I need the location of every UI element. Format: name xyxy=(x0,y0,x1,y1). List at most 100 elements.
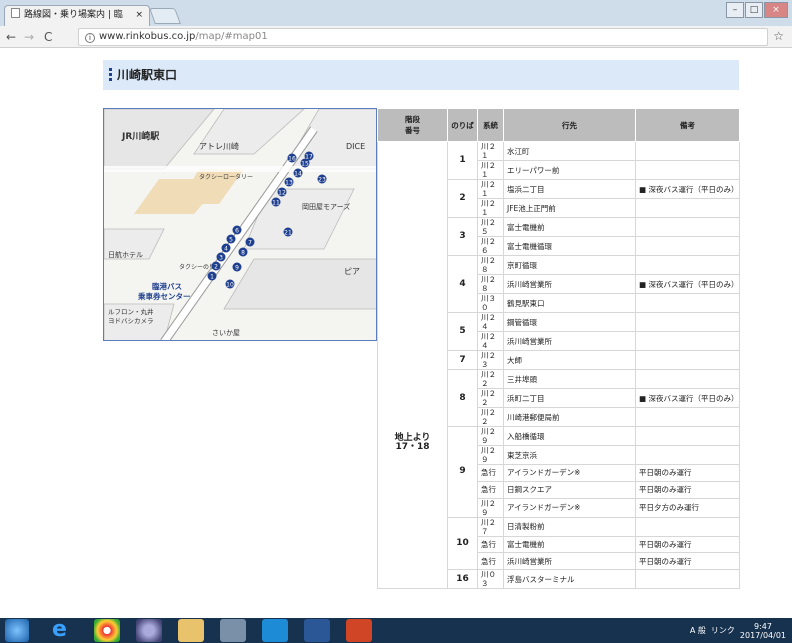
route-cell: 川２２ xyxy=(477,369,504,389)
bus-stop-number: 7 xyxy=(248,240,252,247)
bus-stop-number: 4 xyxy=(224,246,228,253)
table-row: 地上より 17・18 1 川２１ 水江町 xyxy=(377,140,740,590)
table-body: 地上より 17・18 1 川２１ 水江町 川２１ エリーパワー前 2 川２１ 塩浜二丁目 ■ 深夜バ… xyxy=(377,140,740,590)
start-button[interactable] xyxy=(5,619,29,642)
url-host: www.rinkobus.co.jp xyxy=(99,31,196,42)
bus-stop-number: 11 xyxy=(272,200,280,207)
chrome-icon[interactable] xyxy=(94,619,120,642)
table-header-cell: 備考 xyxy=(635,108,740,142)
note-cell: 平日夕方のみ運行 xyxy=(635,497,740,518)
clock[interactable]: 9:47 2017/04/01 xyxy=(740,622,786,640)
platform-cell: 16 xyxy=(447,569,478,590)
note-cell xyxy=(635,331,740,351)
route-cell: 川２８ xyxy=(477,274,504,294)
clock-date: 2017/04/01 xyxy=(739,630,786,640)
note-cell: ■ 深夜バス運行（平日のみ） xyxy=(635,388,740,408)
link-toolbar[interactable]: リンク xyxy=(711,625,735,636)
route-cell: 川２１ xyxy=(477,160,504,180)
destination-cell: アイランドガーデン※ xyxy=(503,464,636,482)
bus-stop-number: 3 xyxy=(219,255,223,262)
close-window-button[interactable]: × xyxy=(764,2,788,18)
destination-cell: エリーパワー前 xyxy=(503,160,636,180)
bus-stop-number: 16 xyxy=(288,156,296,163)
map-svg: JR川崎駅 アトレ川崎 DICE タクシーロータリー 岡田屋モアーズ 日航ホテル… xyxy=(104,109,376,340)
bus-stop-number: 15 xyxy=(301,161,309,168)
bookmark-star-icon[interactable]: ☆ xyxy=(773,29,784,43)
destination-cell: 東芝京浜 xyxy=(503,445,636,465)
browser-tab[interactable]: 路線図・乗り場案内 | 臨 × xyxy=(4,5,150,26)
destination-cell: アイランドガーデン※ xyxy=(503,497,636,518)
destination-cell: 富士電機前 xyxy=(503,535,636,554)
app-icon[interactable] xyxy=(136,619,162,642)
destination-cell: 水江町 xyxy=(503,141,636,161)
stairs-cell: 地上より 17・18 xyxy=(377,140,448,590)
word-icon[interactable] xyxy=(304,619,330,642)
platform-cell: 9 xyxy=(447,426,478,518)
map-label-nikko: 日航ホテル xyxy=(108,250,143,259)
destination-cell: 塩浜二丁目 xyxy=(503,179,636,199)
table-header-cell: 階段 番号 xyxy=(377,108,448,142)
bus-stop-table: 階段 番号 のりば 系統 行先 備考 地上より 17・18 1 川２１ 水江町 川２１ エリーパワー前… xyxy=(377,108,740,590)
table-header-cell: 系統 xyxy=(477,108,504,142)
page-icon xyxy=(11,8,20,18)
destination-cell: 入船橋循環 xyxy=(503,426,636,446)
destination-cell: 富士電機前 xyxy=(503,217,636,237)
map-label-pia: ピア xyxy=(344,267,360,276)
map-label-jr: JR川崎駅 xyxy=(121,130,160,142)
maximize-button[interactable]: □ xyxy=(745,2,763,18)
route-cell: 川０３ xyxy=(477,569,504,590)
destination-cell: 浜川崎営業所 xyxy=(503,274,636,294)
note-cell: ■ 深夜バス運行（平日のみ） xyxy=(635,179,740,199)
powerpoint-icon[interactable] xyxy=(346,619,372,642)
route-cell: 川２４ xyxy=(477,312,504,332)
table-header-cell: 行先 xyxy=(503,108,636,142)
note-cell: ■ 深夜バス運行（平日のみ） xyxy=(635,274,740,294)
media-icon[interactable] xyxy=(262,619,288,642)
platform-cell: 10 xyxy=(447,516,478,571)
destination-cell: 鶴見駅東口 xyxy=(503,293,636,313)
page-title: 川崎駅東口 xyxy=(117,68,178,82)
back-button[interactable]: ← xyxy=(6,29,16,45)
route-cell: 川２９ xyxy=(477,426,504,446)
map-label-rotary: タクシーロータリー xyxy=(199,173,253,181)
platform-cell: 5 xyxy=(447,312,478,351)
folder-icon[interactable] xyxy=(178,619,204,642)
ie-icon[interactable]: e xyxy=(52,619,78,642)
destination-cell: 鋼管循環 xyxy=(503,312,636,332)
taskbar: e A 般 リンク 9:47 2017/04/01 xyxy=(0,618,792,643)
system-tray: A 般 リンク 9:47 2017/04/01 xyxy=(690,618,786,643)
note-cell: 平日朝のみ運行 xyxy=(635,552,740,571)
tab-close-icon[interactable]: × xyxy=(135,6,143,25)
info-icon[interactable]: i xyxy=(85,33,95,43)
note-cell: 平日朝のみ運行 xyxy=(635,464,740,482)
map-label-saikaya: さいか屋 xyxy=(212,329,240,337)
svg-text:乗車券センター: 乗車券センター xyxy=(138,291,191,301)
note-cell xyxy=(635,160,740,180)
reload-button[interactable]: C xyxy=(44,29,52,45)
platform-cell: 7 xyxy=(447,350,478,370)
bus-stop-number: 9 xyxy=(235,265,239,272)
bus-stop-number: 21 xyxy=(284,230,292,237)
minimize-button[interactable]: – xyxy=(726,2,744,18)
platform-cell: 8 xyxy=(447,369,478,427)
destination-cell: JFE池上正門前 xyxy=(503,198,636,218)
destination-cell: 富士電機循環 xyxy=(503,236,636,256)
route-cell: 川２１ xyxy=(477,179,504,199)
note-cell xyxy=(635,141,740,161)
url-field[interactable]: i www.rinkobus.co.jp/map/#map01 xyxy=(78,28,768,46)
forward-button[interactable]: → xyxy=(24,29,34,45)
note-cell xyxy=(635,293,740,313)
note-cell xyxy=(635,350,740,370)
bus-stop-number: 5 xyxy=(229,237,233,244)
ime-indicator[interactable]: A 般 xyxy=(690,625,706,636)
route-cell: 急行 xyxy=(477,535,504,554)
explorer-icon[interactable] xyxy=(220,619,246,642)
note-cell xyxy=(635,445,740,465)
platform-cell: 4 xyxy=(447,255,478,313)
note-cell xyxy=(635,236,740,256)
new-tab-button[interactable] xyxy=(149,8,181,24)
note-cell xyxy=(635,198,740,218)
map-label-okada: 岡田屋モアーズ xyxy=(302,202,350,211)
route-cell: 川２９ xyxy=(477,445,504,465)
svg-text:臨港バス: 臨港バス xyxy=(152,281,182,291)
